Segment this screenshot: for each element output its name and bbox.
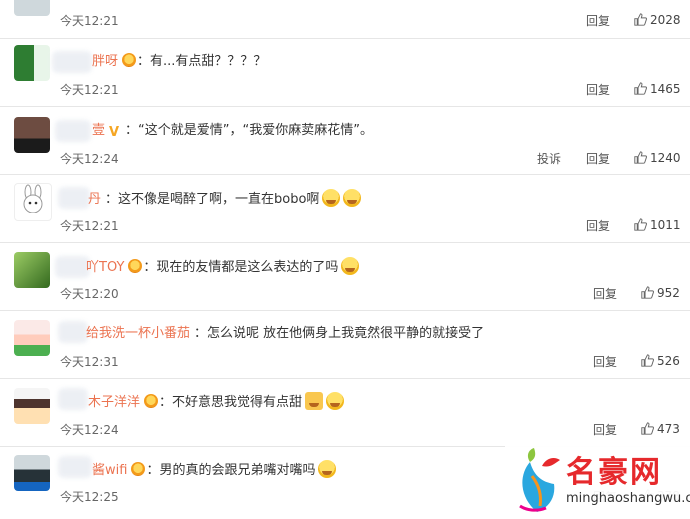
comment-time: 今天12:21 [60,83,119,97]
laughing-emoji-icon [341,257,360,275]
comment-text: ：有...有点甜？？？？ [137,54,267,69]
comment-content: 吖TOY ：现在的友情都是这么表达的了吗 [60,257,360,278]
reply-button[interactable]: 回复 [593,285,617,302]
reply-button[interactable]: 回复 [586,150,610,167]
reply-button[interactable]: 回复 [593,421,617,438]
reply-button[interactable]: 回复 [586,81,610,98]
like-button[interactable]: 473 [641,422,680,436]
avatar[interactable] [14,117,50,153]
comment-time: 今天12:21 [60,219,119,233]
comment-time: 今天12:21 [60,14,119,28]
avatar[interactable] [14,320,50,356]
like-count: 952 [657,286,680,300]
avatar[interactable] [14,455,50,491]
like-button[interactable]: 2028 [634,13,681,27]
comment-text: ：不好意思我觉得有点甜 [159,395,303,410]
avatar[interactable] [14,183,52,221]
comment-text: ：怎么说呢 放在他俩身上我竟然很平静的就接受了 [194,326,485,341]
thumbs-up-icon [634,13,647,26]
watermark-url: minghaoshangwu.com [566,491,690,506]
username[interactable]: 酱wifi [92,463,127,478]
username[interactable]: 木子洋洋 [88,395,140,410]
comment-text: ：这不像是喝醉了啊，一直在bobo啊 [105,192,320,207]
report-button[interactable]: 投诉 [537,150,561,167]
username[interactable]: 丹 [88,192,101,207]
comment-text: ：男的真的会跟兄弟嘴对嘴吗 [146,463,316,478]
divider [0,106,690,107]
divider [0,310,690,311]
avatar[interactable] [14,388,50,424]
thumbs-up-icon [641,286,654,299]
reply-button[interactable]: 回复 [586,12,610,29]
comment-content: 壹 V ：“这个就是爱情”，“我爱你麻荬麻花情”。 [60,121,373,141]
comment-content: 胖呀 ：有...有点甜？？？？ [60,52,266,72]
thumbs-up-icon [634,151,647,164]
vip-badge-icon [144,394,159,408]
divider [0,242,690,243]
avatar[interactable] [14,0,50,16]
like-count: 1465 [650,82,681,96]
username[interactable]: 壹 [92,123,105,138]
comment-time: 今天12:25 [60,490,119,504]
vip-badge-icon [128,259,143,273]
divider [0,38,690,39]
vip-badge-icon [131,462,146,476]
username[interactable]: 吖TOY [86,260,124,275]
laughing-emoji-icon [326,392,345,410]
comment-time: 今天12:31 [60,355,119,369]
laughing-emoji-icon [322,189,341,207]
comment-content: 给我洗一杯小番茄 ：怎么说呢 放在他俩身上我竟然很平静的就接受了 [60,324,484,344]
thumbs-up-icon [641,422,654,435]
comment-text: ：“这个就是爱情”，“我爱你麻荬麻花情”。 [125,123,373,138]
smirk-emoji-icon [318,460,337,478]
watermark-logo-icon [519,448,560,512]
thumbs-up-icon [634,82,647,95]
divider [0,378,690,379]
thumbs-up-icon [634,218,647,231]
like-count: 526 [657,354,680,368]
laughing-emoji-icon [343,189,362,207]
comment-content: 木子洋洋 ：不好意思我觉得有点甜 [60,392,345,413]
comment-content: 丹 ：这不像是喝醉了啊，一直在bobo啊 [60,189,362,210]
like-count: 2028 [650,13,681,27]
like-button[interactable]: 1240 [634,151,681,165]
comment-text: ：现在的友情都是这么表达的了吗 [143,260,339,275]
trophy-emoji-icon [305,392,324,410]
divider [0,174,690,175]
comment-time: 今天12:24 [60,423,119,437]
like-button[interactable]: 1011 [634,218,681,232]
reply-button[interactable]: 回复 [586,217,610,234]
username[interactable]: 胖呀 [92,54,118,69]
like-count: 1011 [650,218,681,232]
thumbs-up-icon [641,354,654,367]
like-button[interactable]: 952 [641,286,680,300]
rabbit-avatar-icon [20,184,46,218]
username[interactable]: 给我洗一杯小番茄 [86,326,190,341]
like-button[interactable]: 1465 [634,82,681,96]
verified-v-icon: V [109,125,120,140]
like-count: 473 [657,422,680,436]
comment-content: 酱wifi ：男的真的会跟兄弟嘴对嘴吗 [60,460,337,481]
comment-time: 今天12:24 [60,152,119,166]
vip-badge-icon [122,53,137,67]
comment-time: 今天12:20 [60,287,119,301]
like-button[interactable]: 526 [641,354,680,368]
watermark-title: 名豪网 [566,455,662,490]
reply-button[interactable]: 回复 [593,353,617,370]
avatar[interactable] [14,252,50,288]
avatar[interactable] [14,45,50,81]
like-count: 1240 [650,151,681,165]
